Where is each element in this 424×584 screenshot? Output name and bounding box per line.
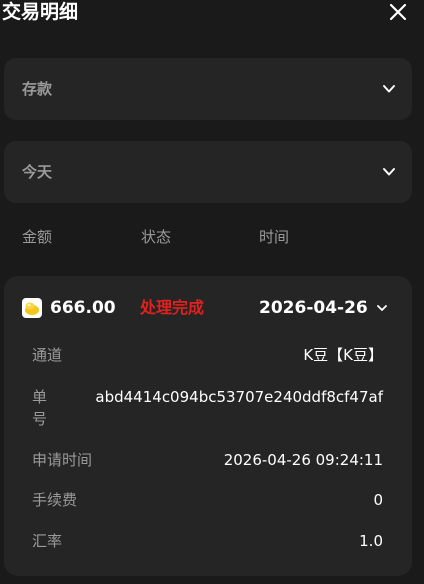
- fee-value: 0: [373, 491, 383, 509]
- transaction-card: 666.00 处理完成 2026-04-26 通道 K豆【K豆】 单号 abd4…: [4, 276, 412, 576]
- fee-label: 手续费: [32, 491, 78, 509]
- apply-time-value: 2026-04-26 09:24:11: [223, 451, 383, 469]
- chevron-down-icon: [383, 85, 395, 93]
- column-headers: 金额 状态 时间: [0, 226, 424, 248]
- date-range-value: 今天: [22, 163, 53, 181]
- exchange-rate-value: 1.0: [359, 532, 383, 550]
- channel-label: 通道: [32, 346, 63, 364]
- page-title: 交易明细: [2, 1, 79, 23]
- status-badge: 处理完成: [140, 298, 205, 317]
- exchange-rate-label: 汇率: [32, 532, 63, 550]
- close-icon[interactable]: [388, 2, 408, 22]
- apply-time-label: 申请时间: [32, 451, 93, 469]
- close-button[interactable]: [388, 2, 408, 22]
- header: 交易明细: [0, 0, 424, 26]
- transaction-amount: 666.00: [50, 298, 116, 318]
- date-range-select[interactable]: 今天: [4, 141, 412, 203]
- transaction-type-value: 存款: [22, 80, 53, 98]
- column-header-status: 状态: [141, 228, 172, 246]
- channel-value: K豆【K豆】: [303, 346, 383, 364]
- transaction-summary-row[interactable]: 666.00 处理完成 2026-04-26: [4, 296, 412, 320]
- chevron-down-icon[interactable]: [376, 302, 388, 314]
- column-header-time: 时间: [259, 228, 290, 246]
- order-number-value: abd4414c094bc53707e240ddf8cf47af: [95, 388, 383, 406]
- transaction-date: 2026-04-26: [259, 298, 368, 318]
- column-header-amount: 金额: [22, 228, 53, 246]
- order-number-label: 单号: [32, 388, 48, 428]
- chevron-down-icon: [383, 168, 395, 176]
- transaction-type-select[interactable]: 存款: [4, 58, 412, 120]
- k-bean-coin-icon: [22, 298, 42, 318]
